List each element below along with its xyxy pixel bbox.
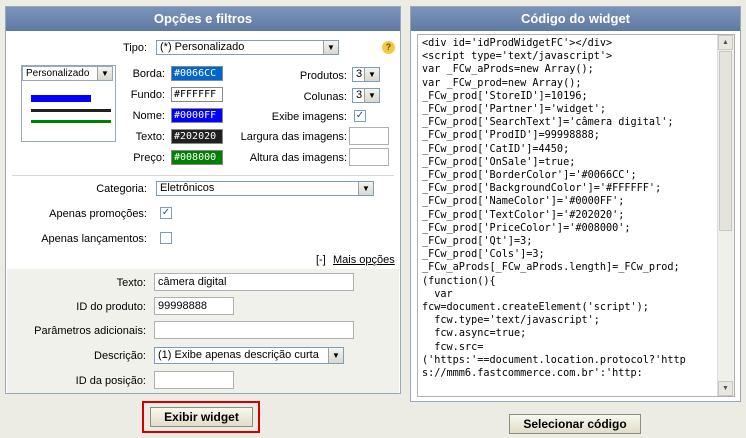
largura-input[interactable] [349,127,389,145]
help-icon[interactable]: ? [382,41,395,54]
apenas-promocoes-label: Apenas promoções: [49,208,147,220]
preview-name-bar [31,95,91,102]
show-widget-button[interactable]: Exibir widget [150,407,253,427]
colunas-label: Colunas: [303,91,347,103]
chevron-down-icon: ▼ [358,182,373,195]
parametros-input[interactable] [154,321,354,339]
code-scrollbar[interactable]: ▲ ▼ [717,35,734,396]
chevron-down-icon: ▼ [328,348,343,363]
categoria-select-value: Eletrônicos [160,182,215,194]
apenas-promocoes-checkbox[interactable]: ✓ [160,207,172,219]
id-produto-input[interactable]: 99998888 [154,297,234,315]
preview-price-bar [31,120,111,123]
divider [12,175,394,176]
categoria-select[interactable]: Eletrônicos ▼ [156,181,374,196]
chevron-down-icon: ▼ [364,68,379,81]
produtos-select[interactable]: 3 ▼ [352,67,380,82]
widget-preview: Personalizado ▼ [21,65,116,142]
extra-options-area: Texto: câmera digital ID do produto: 999… [7,269,399,393]
produtos-label: Produtos: [299,70,347,82]
texto-color-label: Texto: [135,131,165,143]
preview-style-select[interactable]: Personalizado ▼ [22,66,113,81]
fundo-color-input[interactable]: #FFFFFF [171,87,223,102]
borda-color-input[interactable]: #0066CC [171,66,223,81]
preco-label: Preço: [133,152,165,164]
mais-opcoes-prefix: [-] [316,254,326,266]
apenas-lancamentos-checkbox[interactable] [160,232,172,244]
mais-opcoes-link[interactable]: Mais opções [333,254,395,266]
scroll-thumb[interactable] [719,51,732,231]
largura-label: Largura das imagens: [240,131,347,143]
widget-code-text: <div id='idProdWidgetFC'></div> <script … [422,38,686,380]
tipo-select[interactable]: (*) Personalizado ▼ [156,40,339,55]
categoria-label: Categoria: [96,183,147,195]
texto-input[interactable]: câmera digital [154,273,354,291]
altura-label: Altura das imagens: [249,152,347,164]
chevron-down-icon: ▼ [97,67,112,80]
options-panel: Opções e filtros Tipo: (*) Personalizado… [5,6,401,394]
tipo-label: Tipo: [122,42,147,54]
texto-color-input[interactable]: #202020 [171,129,223,144]
code-textarea[interactable]: <div id='idProdWidgetFC'></div> <script … [417,34,735,397]
options-panel-title: Opções e filtros [6,7,400,31]
parametros-label: Parâmetros adicionais: [34,325,146,337]
scroll-down-icon[interactable]: ▼ [718,381,733,396]
colunas-select[interactable]: 3 ▼ [352,88,380,103]
widget-code-panel: Código do widget <div id='idProdWidgetFC… [410,6,741,402]
id-produto-label: ID do produto: [76,301,146,313]
scroll-up-icon[interactable]: ▲ [718,35,733,50]
produtos-select-value: 3 [356,68,363,80]
tipo-select-value: (*) Personalizado [160,41,245,53]
id-posicao-input[interactable] [154,371,234,389]
widget-code-title: Código do widget [411,7,740,31]
descricao-select[interactable]: (1) Exibe apenas descrição curta ▼ [154,347,344,364]
chevron-down-icon: ▼ [323,41,338,54]
preview-style-value: Personalizado [26,68,90,79]
id-posicao-label: ID da posição: [75,375,146,387]
texto-label: Texto: [116,277,146,289]
altura-input[interactable] [349,148,389,166]
apenas-lancamentos-label: Apenas lançamentos: [41,233,147,245]
descricao-label: Descrição: [94,350,146,362]
nome-color-input[interactable]: #0000FF [171,108,223,123]
exibe-imagens-label: Exibe imagens: [271,111,347,123]
nome-label: Nome: [132,110,165,122]
colunas-select-value: 3 [356,89,363,101]
descricao-select-value: (1) Exibe apenas descrição curta [158,349,319,361]
preview-text-bar [31,109,111,112]
preco-color-input[interactable]: #008000 [171,150,223,165]
borda-label: Borda: [132,68,165,80]
fundo-label: Fundo: [130,89,165,101]
select-code-button[interactable]: Selecionar código [509,414,641,434]
exibe-imagens-checkbox[interactable]: ✓ [354,110,366,122]
chevron-down-icon: ▼ [364,89,379,102]
